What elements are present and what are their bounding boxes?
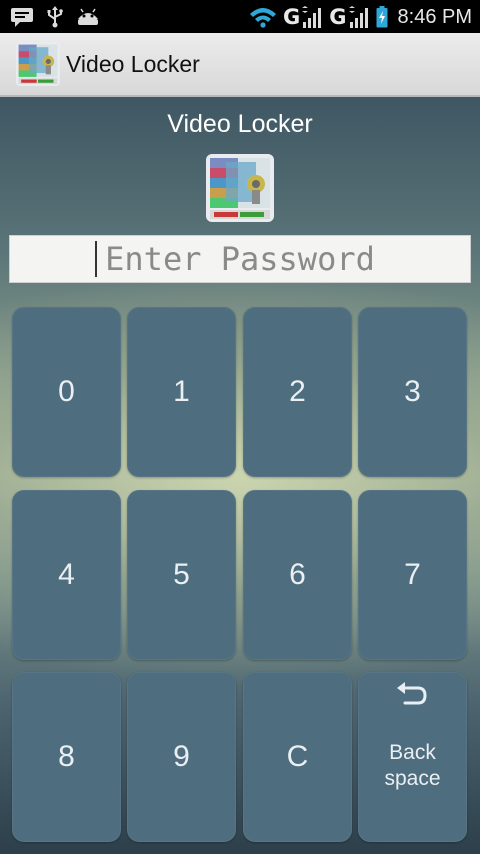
main-content: Video Locker 0 1 2 3 4 5 6 7 8 9 C Back … xyxy=(0,97,480,854)
key-7[interactable]: 7 xyxy=(358,490,467,660)
key-3[interactable]: 3 xyxy=(358,307,467,477)
battery-icon xyxy=(376,6,388,28)
status-bar: G G 8:46 PM xyxy=(0,0,480,33)
key-4[interactable]: 4 xyxy=(12,490,121,660)
usb-icon xyxy=(46,6,64,28)
system-icons: G G 8:46 PM xyxy=(249,4,472,30)
network-1: G xyxy=(283,6,323,28)
key-2[interactable]: 2 xyxy=(243,307,352,477)
action-bar: Video Locker xyxy=(0,33,480,97)
notification-icons xyxy=(10,6,100,28)
key-9[interactable]: 9 xyxy=(127,672,236,842)
clear-button[interactable]: C xyxy=(243,672,352,842)
backspace-button[interactable]: Back space xyxy=(358,672,467,842)
app-icon[interactable] xyxy=(16,42,60,86)
android-debug-icon xyxy=(76,7,100,27)
key-6[interactable]: 6 xyxy=(243,490,352,660)
undo-arrow-icon xyxy=(396,682,428,717)
action-bar-title: Video Locker xyxy=(66,51,200,77)
network-2: G xyxy=(329,6,369,28)
key-0[interactable]: 0 xyxy=(12,307,121,477)
wifi-icon xyxy=(249,6,277,28)
key-1[interactable]: 1 xyxy=(127,307,236,477)
clock: 8:46 PM xyxy=(397,5,472,28)
screen: G G 8:46 PM Video Locker Video Locker 0 … xyxy=(0,0,480,854)
backspace-label: Back space xyxy=(384,741,441,790)
chat-notification-icon xyxy=(10,7,34,27)
network-type-label: G xyxy=(329,5,347,29)
signal-icon xyxy=(301,6,323,28)
key-5[interactable]: 5 xyxy=(127,490,236,660)
keypad: 0 1 2 3 4 5 6 7 8 9 C Back space xyxy=(0,97,480,854)
network-type-label: G xyxy=(283,5,301,29)
key-8[interactable]: 8 xyxy=(12,672,121,842)
signal-icon xyxy=(348,6,370,28)
